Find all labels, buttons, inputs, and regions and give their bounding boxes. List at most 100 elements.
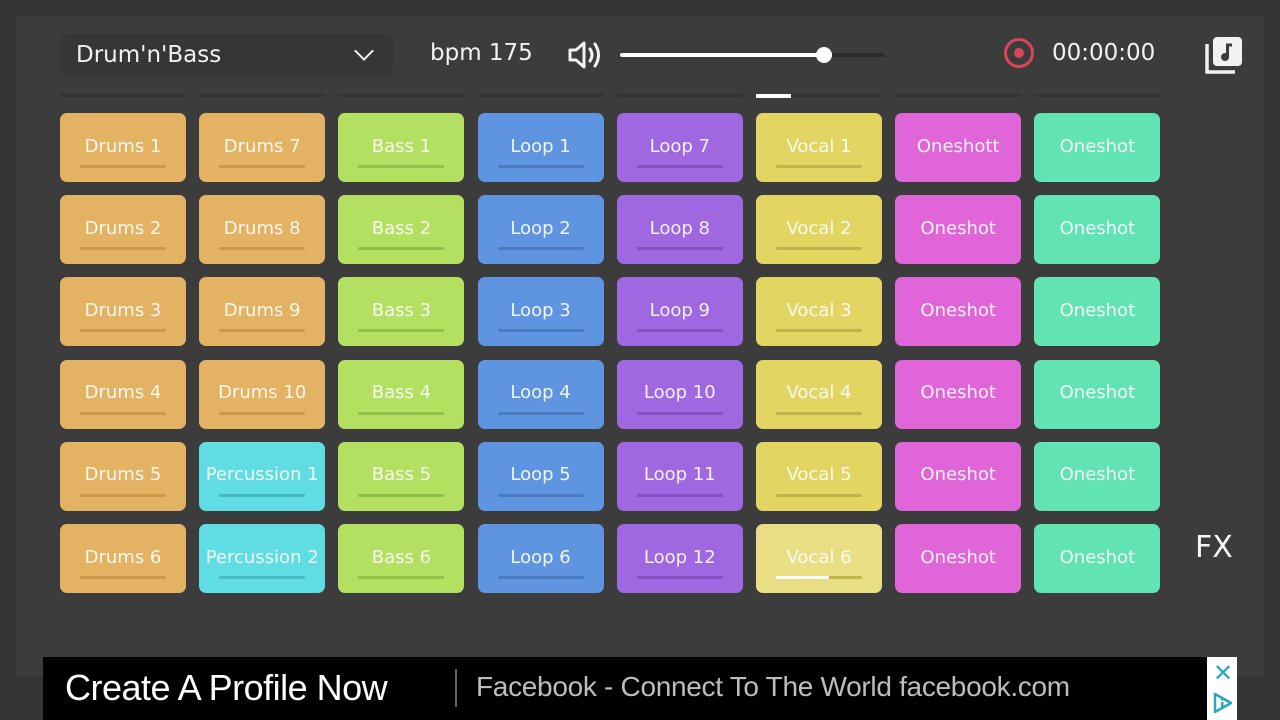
ad-title[interactable]: Create A Profile Now [65,667,388,709]
sample-pad[interactable]: Drums 10 [199,359,326,429]
pad-label: Bass 6 [371,546,432,568]
sample-pad[interactable]: Drums 6 [60,524,186,593]
pad-label: Percussion 1 [205,464,319,486]
ad-description[interactable]: Facebook - Connect To The World facebook… [476,671,1070,703]
sample-pad[interactable]: Bass 3 [338,277,465,347]
sample-pad[interactable]: Drums 7 [199,113,326,182]
pad-label: Drums 5 [84,464,162,486]
music-library-icon[interactable] [1203,34,1245,76]
sample-pad[interactable]: Drums 4 [60,359,186,429]
pad-label: Oneshot [920,217,996,239]
sample-pad[interactable]: Oneshot [895,277,1022,347]
sample-pad[interactable]: Oneshott [895,113,1022,182]
pad-progress-bar [776,247,862,251]
sample-pad[interactable]: Drums 5 [60,441,186,511]
sample-pad[interactable]: Drums 1 [60,113,186,182]
pad-label: Oneshot [920,546,996,568]
pad-progress-bar [776,576,862,579]
sample-pad[interactable]: Oneshot [1034,524,1161,593]
sample-pad[interactable]: Loop 5 [477,441,604,511]
sample-pad[interactable]: Drums 8 [199,195,326,265]
ad-close-icon[interactable]: ✕ [1213,661,1233,685]
volume-slider[interactable] [620,45,885,65]
sample-pad[interactable]: Oneshot [895,359,1022,429]
sample-pad[interactable]: Drums 2 [60,195,186,265]
volume-icon[interactable] [566,38,606,72]
sample-pad[interactable]: Loop 12 [616,524,743,593]
pad-label: Vocal 4 [786,382,852,404]
sample-pad[interactable]: Oneshot [1034,359,1161,429]
sample-pad[interactable]: Vocal 5 [756,441,882,511]
pad-label: Loop 10 [643,382,716,404]
sample-pad[interactable]: Oneshot [895,195,1022,265]
sample-pad[interactable]: Oneshot [1034,441,1161,511]
pad-progress-bar [358,493,445,497]
pad-progress-bar [219,576,306,579]
sample-pad[interactable]: Percussion 1 [199,441,326,511]
sample-pad[interactable]: Oneshot [1034,277,1161,347]
pad-label: Loop 12 [643,546,716,568]
column-indicator [477,94,604,97]
sample-pad[interactable]: Bass 2 [338,195,465,265]
sample-pad[interactable]: Loop 4 [477,359,604,429]
column-indicator [199,94,326,97]
sample-pad[interactable]: Vocal 1 [756,113,882,182]
pad-label: Loop 8 [649,217,710,239]
pad-progress-bar [776,493,862,497]
sample-pad[interactable]: Oneshot [895,441,1022,511]
sample-pad[interactable]: Drums 9 [199,277,326,347]
adchoices-icon[interactable] [1212,691,1234,715]
sample-pad[interactable]: Bass 5 [338,441,465,511]
ad-banner[interactable]: Create A Profile Now Facebook - Connect … [43,657,1237,720]
pad-label: Drums 3 [84,299,162,321]
sample-pad[interactable]: Vocal 2 [756,195,882,265]
sample-pad[interactable]: Oneshot [1034,195,1161,265]
sample-pad[interactable]: Vocal 4 [756,359,882,429]
volume-thumb[interactable] [816,47,833,63]
pad-progress-bar [776,329,862,333]
pad-label: Oneshot [920,299,996,321]
column-indicator [895,94,1022,97]
preset-dropdown[interactable]: Drum'n'Bass [60,34,393,76]
pad-label: Loop 9 [649,299,710,321]
pad-label: Loop 4 [510,382,571,404]
pad-label: Loop 7 [649,135,710,157]
sample-pad[interactable]: Vocal 6 [756,524,882,593]
sample-pad[interactable]: Loop 10 [616,359,743,429]
pad-progress-bar [636,165,723,168]
pad-progress-bar [219,329,306,333]
pad-label: Oneshot [1059,546,1136,568]
sample-pad[interactable]: Bass 6 [338,524,465,593]
bpm-display[interactable]: bpm 175 [430,40,533,66]
sample-pad[interactable]: Vocal 3 [756,277,882,347]
fx-button[interactable]: FX [1195,530,1233,565]
sample-pad[interactable]: Loop 2 [477,195,604,265]
sample-pad[interactable]: Loop 1 [477,113,604,182]
sample-pad[interactable]: Loop 3 [477,277,604,347]
pad-progress-bar [80,493,166,497]
sample-pad[interactable]: Bass 4 [338,359,465,429]
sample-pad[interactable]: Bass 1 [338,113,465,182]
pad-progress-bar [497,247,584,251]
pad-progress-bar [80,165,166,168]
sample-pad[interactable]: Loop 11 [616,441,743,511]
sample-pad[interactable]: Loop 7 [616,113,743,182]
sample-pad[interactable]: Oneshot [1034,113,1161,182]
pad-progress-bar [497,329,584,333]
preset-label: Drum'n'Bass [76,42,222,68]
pad-label: Oneshott [916,135,1000,157]
sample-pad[interactable]: Percussion 2 [199,524,326,593]
pad-progress-bar [219,493,306,497]
sample-pad[interactable]: Drums 3 [60,277,186,347]
pad-progress-bar [497,576,584,579]
pad-progress-fill [776,576,830,579]
sample-pad[interactable]: Loop 6 [477,524,604,593]
pad-label: Bass 4 [371,382,432,404]
record-button[interactable] [1004,38,1034,68]
sample-pad[interactable]: Loop 8 [616,195,743,265]
sample-pad[interactable]: Loop 9 [616,277,743,347]
pad-label: Bass 3 [371,299,432,321]
pad-label: Drums 7 [223,135,301,157]
pad-progress-bar [358,411,445,415]
sample-pad[interactable]: Oneshot [895,524,1022,593]
